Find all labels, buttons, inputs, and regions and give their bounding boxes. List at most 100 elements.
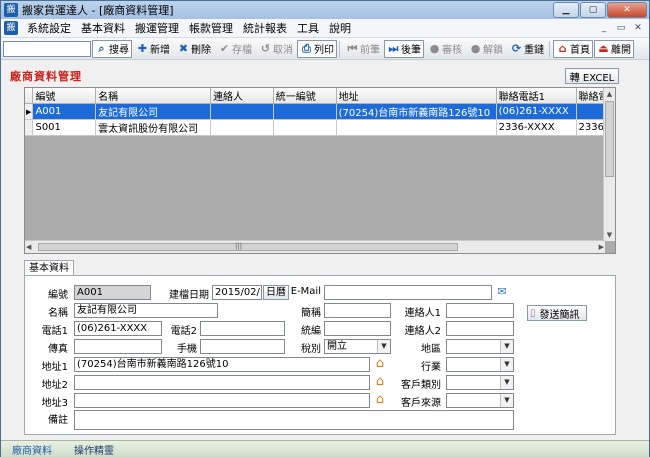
unlock-icon: ● [470,42,481,55]
scroll-right-arrow-icon[interactable]: ▶ [599,241,604,253]
column-header-name[interactable]: 名稱 [95,88,212,104]
menu-moving-management[interactable]: 搬運管理 [130,20,184,36]
mdi-close-icon[interactable]: ✕ [631,22,645,34]
cell-phone1[interactable]: (06)261-XXXX [496,103,577,120]
cell-contact[interactable] [210,103,274,120]
chevron-down-icon[interactable]: ▼ [500,394,513,407]
export-excel-button[interactable]: 轉 EXCEL [565,68,619,84]
id-field[interactable]: A001 [74,285,151,300]
page-title: 廠商資料管理 [10,70,82,83]
chevron-down-icon[interactable]: ▼ [500,358,513,371]
send-sms-button[interactable]: ▯ 發送簡訊 [527,305,587,321]
toolbar: ⌕ 搜尋 ✚ 新增 ✖ 刪除 ✔ 存檔 ↺ 取消 ⎙ 列印 ⏮ 前筆 ⏭ 後筆 ● 審核 ● 解鎖 [1,38,649,60]
note-field[interactable] [74,410,514,430]
menu-system-settings[interactable]: 系統設定 [22,20,76,36]
mobile-field[interactable] [200,339,285,354]
address3-field[interactable] [74,393,370,408]
email-label: E-Mail [290,286,321,297]
phone2-label: 電話2 [170,326,197,337]
chevron-down-icon[interactable]: ▼ [377,340,390,353]
customer-source-label: 客戶來源 [401,398,441,409]
fax-field[interactable] [74,339,162,354]
scroll-left-arrow-icon[interactable]: ◀ [26,241,31,253]
cell-id[interactable]: S001 [32,119,97,136]
cell-contact[interactable] [210,119,274,136]
calendar-button[interactable]: 日曆 [263,285,289,300]
status-tab-vendor-data[interactable]: 廠商資料 [1,442,63,457]
scroll-down-arrow-icon[interactable]: ▼ [604,229,615,241]
cell-phone1[interactable]: 2336-XXXX [496,119,577,136]
review-button[interactable]: ● 審核 [425,40,465,58]
menu-tools[interactable]: 工具 [292,20,324,36]
save-button[interactable]: ✔ 存檔 [215,40,255,58]
table-row[interactable]: ▶ A001 友記有限公司 (70254)台南市新義南路126號10 (06)2… [25,103,615,120]
column-header-address[interactable]: 地址 [336,88,497,104]
scroll-up-arrow-icon[interactable]: ▲ [604,88,615,100]
tab-basic-info[interactable]: 基本資料 [24,260,74,276]
grid-vertical-scrollbar[interactable]: ▲ ▼ [603,88,615,241]
address2-field[interactable] [74,375,370,390]
phone1-field[interactable]: (06)261-XXXX [74,321,162,336]
cancel-button[interactable]: ↺ 取消 [256,40,296,58]
app-menu-icon[interactable]: 搬 [4,21,18,35]
menu-basic-data[interactable]: 基本資料 [76,20,130,36]
column-header-contact[interactable]: 連絡人 [210,88,274,104]
column-header-id[interactable]: 編號 [32,88,97,104]
cell-name[interactable]: 雲太資訊股份有限公司 [95,119,212,136]
column-header-tax-id[interactable]: 統一編號 [273,88,337,104]
maximize-button[interactable]: ▢ [580,2,606,18]
print-button[interactable]: ⎙ 列印 [297,39,337,58]
customer-type-select[interactable]: ▼ [446,375,514,390]
exit-button[interactable]: ⏏ 離開 [594,39,634,58]
area-select[interactable]: ▼ [446,339,514,354]
address3-label: 地址3 [41,398,68,409]
email-field[interactable] [324,285,492,300]
status-tab-operation-wizard[interactable]: 操作精靈 [63,442,125,457]
cell-tax-id[interactable] [273,103,337,120]
minimize-button[interactable]: ▁ [553,2,579,18]
prev-record-button[interactable]: ⏮ 前筆 [343,40,383,58]
menu-statistics-reports[interactable]: 統計報表 [238,20,292,36]
note-label: 備註 [48,415,68,426]
cell-address[interactable] [336,119,497,136]
industry-select[interactable]: ▼ [446,357,514,372]
search-button[interactable]: ⌕ 搜尋 [92,39,132,58]
delete-button[interactable]: ✖ 刪除 [174,40,214,58]
house-icon[interactable]: ⌂ [371,392,389,408]
house-icon[interactable]: ⌂ [371,356,389,372]
grid-horizontal-scrollbar[interactable]: ◀ ||| ▶ [25,240,605,253]
chevron-down-icon[interactable]: ▼ [500,340,513,353]
table-row[interactable]: S001 雲太資訊股份有限公司 2336-XXXX 2336-X [25,119,615,136]
home-button[interactable]: ⌂ 首頁 [553,39,593,58]
column-header-phone1[interactable]: 聯絡電話1 [496,88,577,104]
reconnect-button[interactable]: ⟳ 重鏈 [507,40,547,58]
address1-field[interactable]: (70254)台南市新義南路126號10 [74,357,370,372]
customer-source-select[interactable]: ▼ [446,393,514,408]
contact2-field[interactable] [446,321,514,336]
search-input[interactable] [3,40,91,57]
contact1-field[interactable] [446,303,514,318]
phone2-field[interactable] [200,321,285,336]
mdi-restore-icon[interactable]: ▭ [614,22,628,34]
short-name-field[interactable] [324,303,391,318]
mdi-minimize-icon[interactable]: _ [597,22,611,34]
cell-name[interactable]: 友記有限公司 [95,103,212,120]
mail-icon[interactable]: ✉ [493,284,511,300]
chevron-down-icon[interactable]: ▼ [500,376,513,389]
menu-accounts-management[interactable]: 帳款管理 [184,20,238,36]
tax-type-select[interactable]: 開立 ▼ [324,339,391,354]
name-field[interactable]: 友記有限公司 [74,303,218,318]
vertical-scroll-thumb[interactable] [605,101,614,177]
unlock-button[interactable]: ● 解鎖 [466,40,506,58]
cell-tax-id[interactable] [273,119,337,136]
menu-help[interactable]: 說明 [324,20,356,36]
next-record-button[interactable]: ⏭ 後筆 [384,39,424,58]
cell-id[interactable]: A001 [32,103,97,120]
house-icon[interactable]: ⌂ [371,374,389,390]
tax-id-field[interactable] [324,321,391,336]
add-button[interactable]: ✚ 新增 [133,40,173,58]
horizontal-scroll-thumb[interactable] [38,243,458,251]
create-date-field[interactable]: 2015/02/10 [212,285,262,300]
cell-address[interactable]: (70254)台南市新義南路126號10 [336,103,497,120]
close-button[interactable]: ✕ [607,2,647,18]
